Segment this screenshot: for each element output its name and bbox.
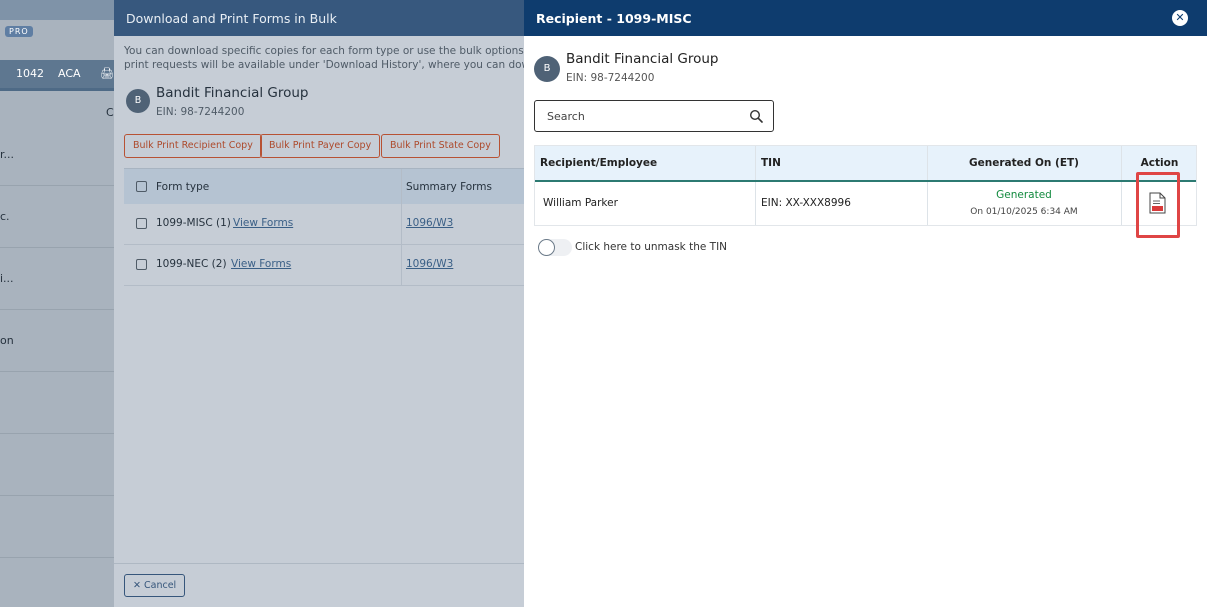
company-name: Bandit Financial Group	[566, 51, 719, 67]
forms-table: Form type Summary Forms 1099-MISC (1) Vi…	[124, 168, 524, 286]
search-box	[534, 100, 774, 132]
bulk-description: You can download specific copies for eac…	[124, 45, 524, 71]
search-input[interactable]	[535, 101, 735, 131]
background-row: i...	[0, 250, 114, 310]
nav-divider	[0, 88, 114, 91]
header-recipient: Recipient/Employee	[540, 157, 658, 169]
avatar: B	[534, 56, 560, 82]
bulk-download-modal: Download and Print Forms in Bulk You can…	[114, 0, 524, 607]
background-row: c.	[0, 188, 114, 248]
view-forms-link[interactable]: View Forms	[233, 217, 293, 229]
bulk-print-recipient-button[interactable]: Bulk Print Recipient Copy	[124, 134, 262, 158]
company-ein: EIN: 98-7244200	[156, 106, 245, 118]
bulk-print-state-button[interactable]: Bulk Print State Copy	[381, 134, 500, 158]
close-icon[interactable]: ✕	[1172, 10, 1188, 26]
bulk-print-payer-button[interactable]: Bulk Print Payer Copy	[260, 134, 381, 158]
table-row: 1099-MISC (1) View Forms 1096/W3	[124, 204, 524, 245]
table-row: William Parker EIN: XX-XXX8996 Generated…	[535, 182, 1196, 225]
background-row	[0, 498, 114, 558]
header-generated-on: Generated On (ET)	[969, 157, 1079, 169]
printer-icon: 🖨	[100, 67, 114, 80]
nav-item-1042: 1042	[16, 67, 44, 80]
search-icon[interactable]	[749, 109, 763, 123]
unmask-tin-label: Click here to unmask the TIN	[575, 241, 728, 253]
generated-date: On 01/10/2025 6:34 AM	[970, 207, 1078, 217]
recipient-tin: EIN: XX-XXX8996	[761, 197, 851, 209]
recipient-panel: Recipient - 1099-MISC ✕ B Bandit Financi…	[524, 0, 1207, 607]
recipient-table-header: Recipient/Employee TIN Generated On (ET)…	[535, 146, 1196, 182]
background-row	[0, 374, 114, 434]
row-checkbox[interactable]	[136, 218, 147, 229]
recipient-name: William Parker	[543, 197, 618, 209]
action-highlight-box	[1136, 172, 1180, 238]
background-column-cut: C	[106, 106, 114, 119]
recipient-table: Recipient/Employee TIN Generated On (ET)…	[534, 145, 1197, 226]
company-ein: EIN: 98-7244200	[566, 72, 655, 84]
view-forms-link[interactable]: View Forms	[231, 258, 291, 270]
table-row: 1099-NEC (2) View Forms 1096/W3	[124, 245, 524, 286]
background-topbar	[0, 0, 114, 20]
background-row: on	[0, 312, 114, 372]
form-type-label: 1099-NEC (2)	[156, 258, 227, 270]
summary-form-link[interactable]: 1096/W3	[406, 217, 453, 229]
bulk-modal-footer: ✕ Cancel	[114, 563, 524, 607]
row-checkbox[interactable]	[136, 259, 147, 270]
panel-header: Recipient - 1099-MISC ✕	[524, 0, 1207, 36]
company-name: Bandit Financial Group	[156, 85, 309, 101]
pro-badge: PRO	[5, 26, 33, 37]
header-tin: TIN	[761, 157, 781, 169]
toggle-knob	[538, 239, 555, 256]
summary-form-link[interactable]: 1096/W3	[406, 258, 453, 270]
background-row	[0, 436, 114, 496]
background-nav: 1042 ACA 🖨	[0, 60, 114, 88]
status-badge: Generated	[996, 189, 1052, 201]
cancel-button[interactable]: ✕ Cancel	[124, 574, 186, 597]
nav-item-aca: ACA	[58, 67, 81, 80]
panel-title: Recipient - 1099-MISC	[536, 11, 692, 26]
header-summary-forms: Summary Forms	[406, 181, 492, 193]
unmask-tin-toggle[interactable]	[538, 239, 572, 256]
close-icon: ✕	[133, 580, 141, 591]
background-row: r...	[0, 126, 114, 186]
header-form-type: Form type	[156, 181, 210, 193]
select-all-checkbox[interactable]	[136, 181, 147, 192]
form-type-label: 1099-MISC (1)	[156, 217, 231, 229]
avatar: B	[126, 89, 150, 113]
bulk-modal-title: Download and Print Forms in Bulk	[114, 0, 524, 36]
background-app: PRO 1042 ACA 🖨 C r... c. i... on	[0, 0, 114, 607]
forms-table-header: Form type Summary Forms	[124, 168, 524, 204]
